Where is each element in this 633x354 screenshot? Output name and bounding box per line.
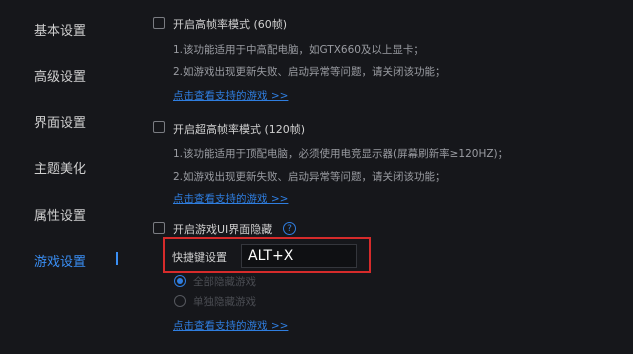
high-fps-desc-1: 1.该功能适用于中高配电脑，如GTX660及以上显卡； bbox=[173, 44, 424, 56]
high-fps-label: 开启高帧率模式 (60帧) bbox=[173, 18, 288, 31]
hide-all-radio[interactable] bbox=[174, 275, 186, 287]
high-fps-supported-games-link[interactable]: 点击查看支持的游戏 >> bbox=[173, 88, 288, 103]
high-fps-desc-2: 2.如游戏出现更新失败、启动异常等问题，请关闭该功能； bbox=[173, 66, 446, 78]
hide-single-radio[interactable] bbox=[174, 295, 186, 307]
hide-ui-checkbox[interactable] bbox=[153, 222, 165, 234]
game-settings-panel: 开启高帧率模式 (60帧) 1.该功能适用于中高配电脑，如GTX660及以上显卡… bbox=[0, 0, 633, 354]
hide-ui-supported-games-link[interactable]: 点击查看支持的游戏 >> bbox=[173, 318, 288, 333]
ultra-fps-desc-1: 1.该功能适用于顶配电脑，必须使用电竞显示器(屏幕刷新率≥120HZ)； bbox=[173, 148, 509, 160]
ultra-fps-desc-2: 2.如游戏出现更新失败、启动异常等问题，请关闭该功能； bbox=[173, 171, 446, 183]
ultra-fps-supported-games-link[interactable]: 点击查看支持的游戏 >> bbox=[173, 191, 288, 206]
high-fps-checkbox[interactable] bbox=[153, 17, 165, 29]
ultra-fps-label: 开启超高帧率模式 (120帧) bbox=[173, 123, 306, 136]
hide-single-radio-label: 单独隐藏游戏 bbox=[193, 296, 256, 308]
ultra-fps-checkbox[interactable] bbox=[153, 121, 165, 133]
hide-all-radio-label: 全部隐藏游戏 bbox=[193, 276, 256, 288]
hotkey-label: 快捷键设置 bbox=[172, 251, 227, 264]
hide-ui-label: 开启游戏UI界面隐藏 bbox=[173, 223, 273, 236]
hotkey-input[interactable] bbox=[241, 244, 357, 268]
help-icon[interactable]: ? bbox=[283, 222, 296, 235]
